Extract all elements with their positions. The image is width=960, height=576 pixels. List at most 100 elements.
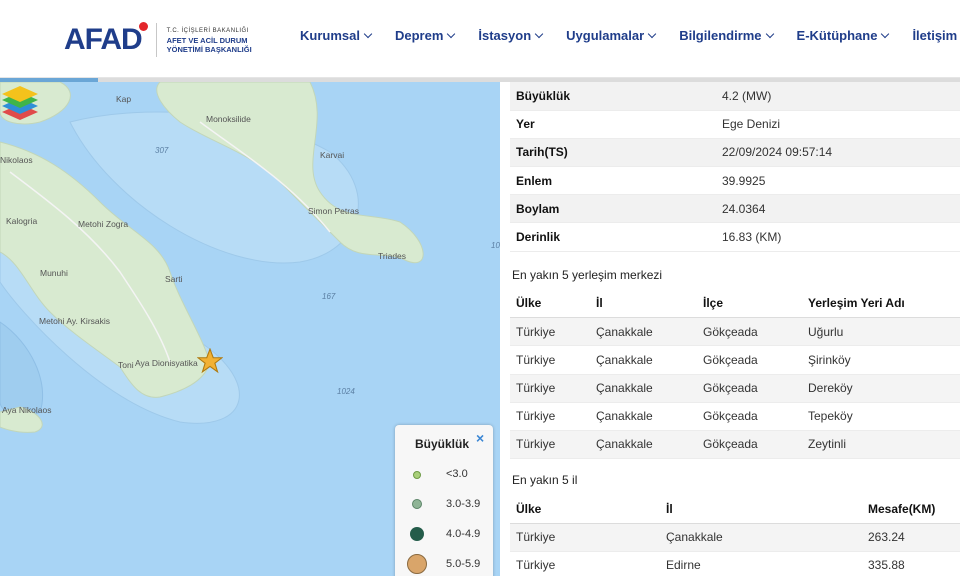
table-cell: Gökçeada [697,402,802,431]
nav-uygulamalar[interactable]: Uygulamalar [566,28,657,43]
magnitude-legend: Büyüklük × <3.0 3.0-3.9 4.0-4.9 5.0-5.9 [395,425,493,576]
table-row: Türkiye Edirne 335.88 [510,551,960,576]
legend-dot [413,471,421,479]
table-cell: Gökçeada [697,345,802,375]
legend-title: Büyüklük [415,437,470,451]
logo-text: AFAD [64,23,143,56]
map-depth-label: 167 [322,292,336,301]
legend-item: 5.0-5.9 [395,553,493,576]
table-cell: Türkiye [510,317,590,347]
detail-value: Ege Denizi [716,110,960,139]
nav-iletisim[interactable]: İletişim [912,28,960,43]
chevron-down-icon [363,29,373,38]
detail-key: Enlem [510,166,716,196]
afad-logo[interactable]: AFAD T.C. İÇİŞLERİ BAKANLIĞI AFET VE ACİ… [64,20,252,60]
detail-value: 4.2 (MW) [716,82,960,111]
table-header-row: Ülke İl Mesafe(KM) [510,495,960,524]
logo-divider [155,23,157,57]
legend-label: <3.0 [446,468,468,480]
column-header: İl [590,289,697,319]
map-place-label: Kap [116,94,132,104]
detail-key: Yer [510,110,716,139]
main-nav: Kurumsal Deprem İstasyon Uygulamalar Bil… [300,28,960,43]
logo-line-1: T.C. İÇİŞLERİ BAKANLIĞI [166,27,249,34]
legend-dot [407,554,427,574]
star-icon[interactable] [197,348,223,374]
detail-value: 39.9925 [716,166,960,196]
table-row: Yer Ege Denizi [510,110,960,139]
map-depth-label: 307 [155,146,169,155]
table-row: Derinlik 16.83 (KM) [510,222,960,252]
map-place-label: Triades [378,251,407,261]
nav-label: Deprem [394,28,444,43]
chevron-down-icon [534,29,544,38]
table-cell: Çanakkale [590,402,697,431]
nav-istasyon[interactable]: İstasyon [478,28,544,43]
legend-label: 5.0-5.9 [446,558,481,570]
table-row: Türkiye Çanakkale 263.24 [510,523,960,552]
map-place-label: Toni [118,360,134,370]
map-place-label: Sarti [165,274,183,284]
earthquake-info-table: Büyüklük 4.2 (MW) Yer Ege Denizi Tarih(TS)… [510,82,960,252]
table-header-row: Ülke İl İlçe Yerleşim Yeri Adı [510,289,960,319]
nav-label: Uygulamalar [566,28,645,43]
settlements-table: Ülke İl İlçe Yerleşim Yeri Adı Türkiye Ça… [510,289,960,460]
map-place-label: Kalogria [6,216,38,226]
logo-wordmark: AFAD [64,20,148,60]
table-cell: Türkiye [510,523,660,552]
table-row: Türkiye Çanakkale Gökçeada Tepeköy [510,402,960,431]
nav-deprem[interactable]: Deprem [394,28,456,43]
map-depth-label: 1024 [337,387,355,396]
nav-label: E-Kütüphane [796,28,878,43]
map-place-label: Metohi Ay. Kirsakis [39,316,111,326]
earthquake-map[interactable]: Kap Monoksilide Nikolaos 307 Karvai Kalo… [0,82,500,576]
earthquake-details-panel: Büyüklük 4.2 (MW) Yer Ege Denizi Tarih(TS)… [510,82,960,576]
layers-icon[interactable] [0,82,40,122]
table-cell: Çanakkale [590,345,697,375]
map-depth-label: 10 [491,241,500,250]
provinces-table: Ülke İl Mesafe(KM) Türkiye Çanakkale 263.2… [510,495,960,576]
legend-dot [412,499,422,509]
table-row: Boylam 24.0364 [510,194,960,224]
legend-item: <3.0 [395,463,493,487]
chevron-down-icon [765,29,774,38]
nav-label: Bilgilendirme [679,28,762,43]
column-header: Ülke [510,289,590,319]
table-cell: Edirne [660,551,862,576]
nav-e-kutuphane[interactable]: E-Kütüphane [796,28,890,43]
logo-line-3: YÖNETİMİ BAŞKANLIĞI [166,44,252,54]
legend-label: 3.0-3.9 [446,498,481,510]
table-cell: Şirinköy [802,345,960,375]
map-place-label: Karvai [320,150,345,160]
chevron-down-icon [447,29,456,38]
column-header: İl [660,495,862,524]
detail-key: Derinlik [510,222,716,252]
nav-bilgilendirme[interactable]: Bilgilendirme [679,28,774,43]
map-place-label: Nikolaos [0,155,33,165]
nav-kurumsal[interactable]: Kurumsal [300,28,373,43]
table-cell: Tepeköy [802,402,960,431]
detail-value: 24.0364 [716,194,960,224]
table-row: Türkiye Çanakkale Gökçeada Uğurlu [510,317,960,347]
chevron-down-icon [647,29,657,38]
logo-red-dot [138,22,148,31]
table-cell: 263.24 [862,523,960,552]
nav-label: Kurumsal [300,28,360,43]
nav-label: İletişim [912,28,958,43]
column-header: Yerleşim Yeri Adı [802,289,960,319]
detail-value: 16.83 (KM) [716,222,960,252]
close-icon[interactable]: × [476,430,484,446]
site-header: AFAD T.C. İÇİŞLERİ BAKANLIĞI AFET VE ACİ… [0,0,960,78]
table-cell: Türkiye [510,430,590,460]
table-cell: Türkiye [510,402,590,431]
column-header: Mesafe(KM) [862,495,960,524]
table-cell: Gökçeada [697,374,802,403]
table-cell: 335.88 [862,551,960,576]
detail-key: Tarih(TS) [510,138,716,168]
detail-key: Boylam [510,194,716,224]
nav-label: İstasyon [478,28,532,43]
table-row: Türkiye Çanakkale Gökçeada Zeytinli [510,430,960,460]
table-cell: Türkiye [510,551,660,576]
map-place-label: Simon Petras [308,206,360,216]
logo-subtitle: T.C. İÇİŞLERİ BAKANLIĞI AFET VE ACİL DUR… [167,27,252,54]
